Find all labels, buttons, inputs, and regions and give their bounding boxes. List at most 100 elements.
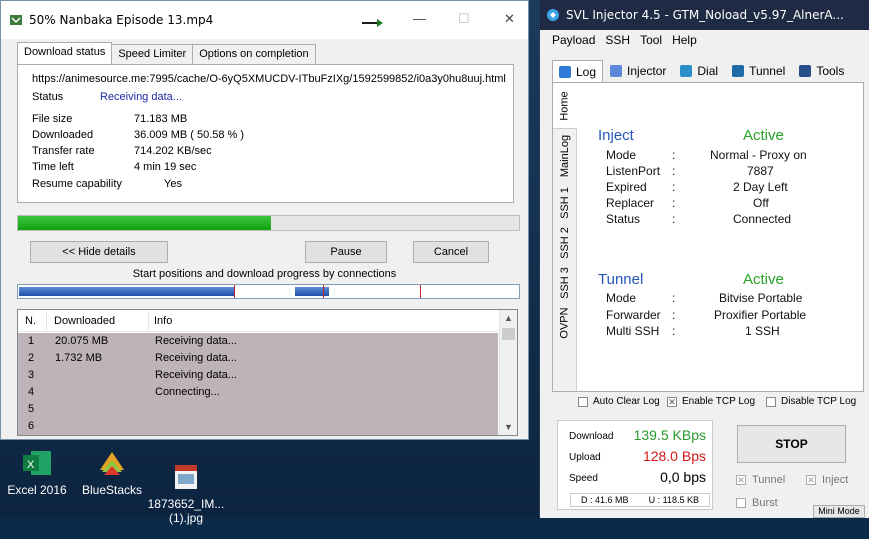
row-n: 1 <box>28 335 35 347</box>
checkbox-unchecked <box>578 396 588 407</box>
title-bar[interactable]: 50% Nanbaka Episode 13.mp4 — ☐ ✕ <box>1 1 528 39</box>
image-file-icon <box>175 465 197 489</box>
home-content: Inject Active Mode : Normal - Proxy on L… <box>579 83 863 391</box>
row-downloaded: 20.075 MB <box>55 335 109 347</box>
vtab-home[interactable]: Home <box>553 83 577 129</box>
menu-help[interactable]: Help <box>672 33 697 53</box>
row-n: 5 <box>28 403 35 415</box>
svl-injector-window: SVL Injector 4.5 - GTM_Noload_v5.97_Alne… <box>539 0 869 518</box>
list-row[interactable]: 5 <box>18 401 498 418</box>
list-row[interactable]: 6 <box>18 418 498 435</box>
tab-speed-limiter[interactable]: Speed Limiter <box>111 44 194 64</box>
tunnel-checkbox-label: Tunnel <box>752 474 786 486</box>
minimize-icon[interactable]: — <box>413 11 426 26</box>
injector-icon <box>610 65 623 77</box>
checkbox-unchecked <box>766 396 776 407</box>
tab-injector-label: Injector <box>627 64 667 78</box>
list-row[interactable]: 1 20.075 MB Receiving data... <box>18 333 498 350</box>
enable-tcp-log-checkbox[interactable]: ✕ Enable TCP Log <box>667 396 755 407</box>
tab-tunnel[interactable]: Tunnel <box>725 60 792 82</box>
scroll-up-icon[interactable]: ▲ <box>504 313 513 323</box>
scroll-thumb[interactable] <box>502 328 515 340</box>
cursor-arrow-icon <box>362 19 383 27</box>
tab-log[interactable]: Log <box>552 60 604 82</box>
transfer-rate-value: 714.202 KB/sec <box>134 145 212 157</box>
inject-heading: Inject <box>598 127 634 144</box>
window-body: Download status Speed Limiter Options on… <box>1 39 528 439</box>
resume-capability-label: Resume capability <box>32 178 122 190</box>
connection-marker-1 <box>234 285 235 298</box>
tab-download-status[interactable]: Download status <box>17 42 113 64</box>
connections-progress-bar <box>17 284 520 299</box>
tab-dial[interactable]: Dial <box>673 60 725 82</box>
pause-button[interactable]: Pause <box>305 241 387 263</box>
auto-clear-log-checkbox[interactable]: Auto Clear Log <box>578 396 660 407</box>
desktop-icon-bluestacks[interactable]: BlueStacks <box>72 440 152 497</box>
forwarder-label: Forwarder <box>606 308 661 322</box>
column-n[interactable]: N. <box>25 315 36 327</box>
replacer-value: Off <box>753 196 769 210</box>
colon: : <box>672 308 676 322</box>
svg-text:X: X <box>27 459 35 471</box>
vtab-ssh1[interactable]: SSH 1 <box>553 183 577 223</box>
list-row[interactable]: 2 1.732 MB Receiving data... <box>18 350 498 367</box>
downloaded-value: 36.009 MB ( 50.58 % ) <box>134 129 245 141</box>
status-label: Status <box>606 212 641 226</box>
download-value: 139.5 KBps <box>633 427 706 443</box>
burst-checkbox[interactable]: Burst <box>736 497 778 509</box>
tab-options-on-completion[interactable]: Options on completion <box>192 44 316 64</box>
desktop-icon-excel[interactable]: X Excel 2016 <box>0 440 77 497</box>
inject-checkbox[interactable]: ✕ Inject <box>806 474 848 486</box>
colon: : <box>672 324 676 338</box>
svl-app-icon <box>547 9 559 21</box>
tunnel-checkbox[interactable]: ✕ Tunnel <box>736 474 785 486</box>
upload-label: Upload <box>569 452 601 463</box>
phone-icon <box>680 65 693 77</box>
disable-tcp-log-checkbox[interactable]: Disable TCP Log <box>766 396 856 407</box>
vtab-home-label: Home <box>559 90 571 121</box>
desktop-icon-image-file[interactable]: 1873652_IM... (1).jpg <box>146 440 226 539</box>
download-status-panel: https://animesource.me:7995/cache/O-6yQ5… <box>17 64 514 203</box>
column-downloaded[interactable]: Downloaded <box>54 315 115 327</box>
tab-injector[interactable]: Injector <box>603 60 673 82</box>
mini-mode-button[interactable]: Mini Mode <box>813 505 865 518</box>
uploaded-total: U : 118.5 KB <box>648 495 699 505</box>
status-value: Connected <box>733 212 792 226</box>
vtab-mainlog[interactable]: MainLog <box>553 129 577 183</box>
svl-window-title: SVL Injector 4.5 - GTM_Noload_v5.97_Alne… <box>566 8 844 22</box>
close-icon[interactable]: ✕ <box>504 11 515 27</box>
expired-label: Expired <box>606 180 647 194</box>
row-downloaded: 1.732 MB <box>55 352 103 364</box>
menu-ssh[interactable]: SSH <box>605 33 630 53</box>
list-scrollbar[interactable]: ▲ ▼ <box>499 310 517 435</box>
tab-tools[interactable]: Tools <box>792 60 851 82</box>
menu-tool[interactable]: Tool <box>640 33 662 53</box>
menu-payload[interactable]: Payload <box>552 33 595 53</box>
vtab-ssh3[interactable]: SSH 3 <box>553 263 577 303</box>
progress-fill <box>18 216 272 230</box>
column-info[interactable]: Info <box>154 315 172 327</box>
svl-title-bar[interactable]: SVL Injector 4.5 - GTM_Noload_v5.97_Alne… <box>540 0 869 30</box>
cancel-button[interactable]: Cancel <box>413 241 489 263</box>
scroll-down-icon[interactable]: ▼ <box>504 422 513 432</box>
stop-button[interactable]: STOP <box>737 425 846 463</box>
transfer-rate-label: Transfer rate <box>32 145 95 157</box>
tab-strip: Download status Speed Limiter Options on… <box>17 42 316 64</box>
inject-mode-value: Normal - Proxy on <box>710 148 807 162</box>
burst-checkbox-label: Burst <box>752 497 778 509</box>
idm-app-icon <box>10 15 22 25</box>
list-row[interactable]: 3 Receiving data... <box>18 367 498 384</box>
colon: : <box>672 164 676 178</box>
row-info: Receiving data... <box>155 335 237 347</box>
vertical-tab-strip: Home MainLog SSH 1 SSH 2 SSH 3 OVPN <box>553 83 577 391</box>
vtab-ssh2[interactable]: SSH 2 <box>553 223 577 263</box>
maximize-icon[interactable]: ☐ <box>458 11 470 27</box>
tunnel-state: Active <box>743 271 784 288</box>
time-left-label: Time left <box>32 161 74 173</box>
list-row[interactable]: 4 Connecting... <box>18 384 498 401</box>
column-divider <box>46 312 47 330</box>
vtab-ovpn[interactable]: OVPN <box>553 303 577 343</box>
upload-value: 128.0 Bps <box>642 448 706 464</box>
desktop-icon-label: Excel 2016 <box>7 483 67 497</box>
hide-details-button[interactable]: << Hide details <box>30 241 168 263</box>
